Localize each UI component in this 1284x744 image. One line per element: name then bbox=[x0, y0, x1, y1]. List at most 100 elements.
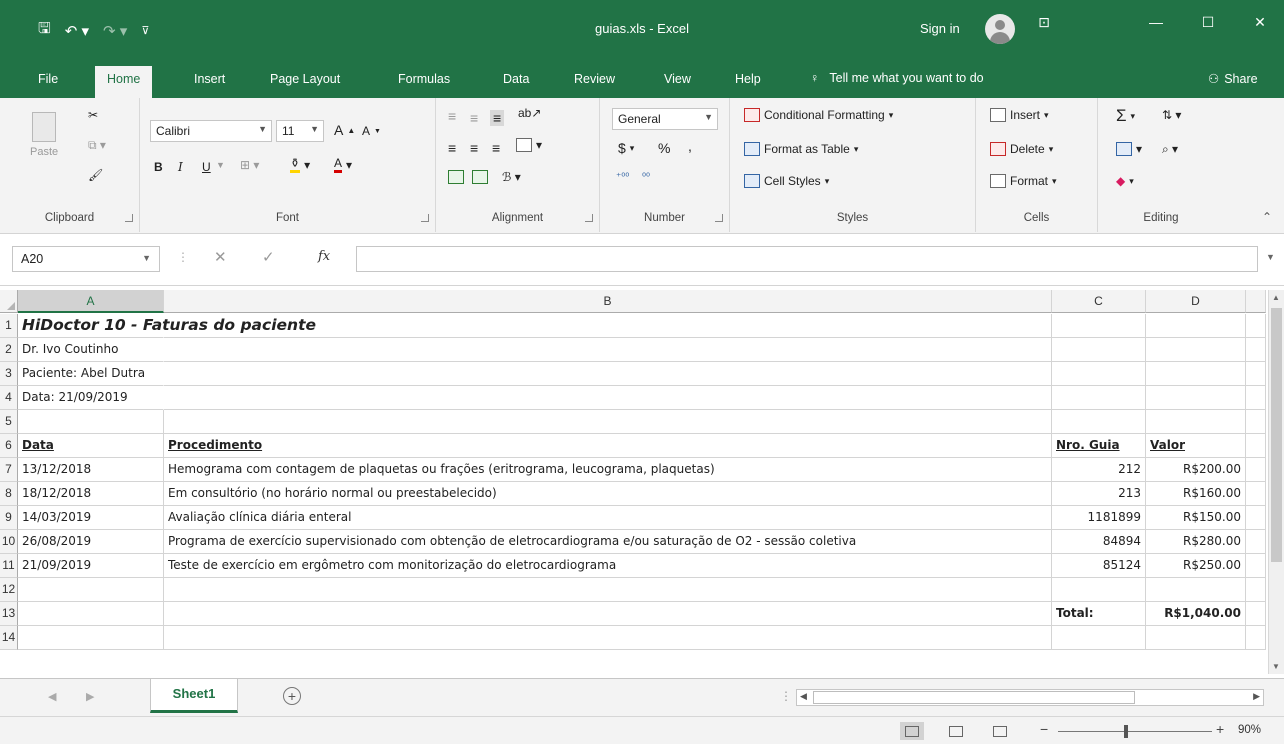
font-size-combo[interactable]: 11 ▼ bbox=[276, 120, 324, 142]
cell-e[interactable] bbox=[1246, 482, 1266, 506]
expand-formula-bar-icon[interactable]: ▼ bbox=[1266, 252, 1275, 262]
cell-c[interactable]: 1181899 bbox=[1052, 506, 1146, 530]
row-header[interactable]: 7 bbox=[0, 458, 18, 482]
decrease-indent-icon[interactable] bbox=[448, 170, 464, 184]
vertical-scroll-thumb[interactable] bbox=[1271, 308, 1282, 562]
wrap-text-icon[interactable]: ▾ bbox=[516, 138, 542, 152]
cell-b[interactable]: Hemograma com contagem de plaquetas ou f… bbox=[164, 458, 1052, 482]
format-painter-icon[interactable]: 🖌 bbox=[88, 168, 103, 182]
alignment-launcher-icon[interactable] bbox=[585, 214, 593, 222]
conditional-formatting-button[interactable]: Conditional Formatting ▾ bbox=[744, 108, 893, 122]
delete-cells-button[interactable]: Delete ▾ bbox=[990, 142, 1053, 156]
bottom-align-icon[interactable]: ≡ bbox=[490, 110, 505, 126]
insert-function-icon[interactable]: fx bbox=[318, 249, 330, 264]
cell-a[interactable]: Data: 21/09/2019 bbox=[18, 386, 164, 410]
cell-e[interactable] bbox=[1246, 506, 1266, 530]
row-header[interactable]: 1 bbox=[0, 314, 18, 338]
ribbon-display-options-icon[interactable]: ⊡ bbox=[1032, 14, 1056, 31]
vertical-scrollbar[interactable]: ▲ ▼ bbox=[1268, 290, 1284, 674]
cell-a[interactable]: 26/08/2019 bbox=[18, 530, 164, 554]
cell-e[interactable] bbox=[1246, 314, 1266, 338]
row-header[interactable]: 4 bbox=[0, 386, 18, 410]
clear-icon[interactable]: ◆ ▾ bbox=[1116, 174, 1134, 188]
number-format-combo[interactable]: General ▼ bbox=[612, 108, 718, 130]
cell-a[interactable] bbox=[18, 602, 164, 626]
tab-home[interactable]: Home bbox=[95, 66, 153, 98]
cell-d[interactable]: R$150.00 bbox=[1146, 506, 1246, 530]
tab-view[interactable]: View bbox=[664, 72, 691, 86]
cell-b[interactable]: Teste de exercício em ergômetro com moni… bbox=[164, 554, 1052, 578]
scroll-left-icon[interactable]: ◀ bbox=[800, 691, 807, 702]
cell-c[interactable] bbox=[1052, 626, 1146, 650]
cell-a[interactable]: 21/09/2019 bbox=[18, 554, 164, 578]
decrease-decimal-button[interactable]: ⁰⁰ bbox=[642, 172, 650, 183]
cancel-icon[interactable]: ✕ bbox=[214, 248, 227, 266]
cell-b[interactable]: Procedimento bbox=[164, 434, 1052, 458]
row-header[interactable]: 3 bbox=[0, 362, 18, 386]
minimize-icon[interactable]: — bbox=[1144, 14, 1168, 30]
cell-c[interactable] bbox=[1052, 362, 1146, 386]
cell-c[interactable]: 213 bbox=[1052, 482, 1146, 506]
row-header[interactable]: 12 bbox=[0, 578, 18, 602]
cell-e[interactable] bbox=[1246, 530, 1266, 554]
clipboard-launcher-icon[interactable] bbox=[125, 214, 133, 222]
tab-file[interactable]: File bbox=[38, 72, 58, 86]
horizontal-scrollbar[interactable]: ◀ ▶ bbox=[796, 689, 1264, 706]
cell-b[interactable]: Em consultório (no horário normal ou pre… bbox=[164, 482, 1052, 506]
row-header[interactable]: 9 bbox=[0, 506, 18, 530]
cell-c[interactable] bbox=[1052, 410, 1146, 434]
cell-d[interactable]: R$1,040.00 bbox=[1146, 602, 1246, 626]
cell-a[interactable] bbox=[18, 626, 164, 650]
percent-button[interactable]: % bbox=[658, 140, 670, 156]
cell-c[interactable] bbox=[1052, 578, 1146, 602]
sign-in-link[interactable]: Sign in bbox=[920, 21, 960, 36]
zoom-slider-track[interactable] bbox=[1058, 731, 1212, 732]
tell-me-box[interactable]: ♀ Tell me what you want to do bbox=[810, 71, 984, 85]
bold-button[interactable]: B bbox=[154, 160, 163, 174]
cell-c[interactable]: 84894 bbox=[1052, 530, 1146, 554]
row-header[interactable]: 8 bbox=[0, 482, 18, 506]
middle-align-icon[interactable]: ≡ bbox=[470, 110, 478, 126]
cell-d[interactable] bbox=[1146, 338, 1246, 362]
cell-b[interactable] bbox=[164, 386, 1052, 410]
cell-e[interactable] bbox=[1246, 410, 1266, 434]
cell-b[interactable] bbox=[164, 602, 1052, 626]
comma-button[interactable]: , bbox=[688, 138, 692, 154]
format-cells-button[interactable]: Format ▾ bbox=[990, 174, 1057, 188]
increase-decimal-button[interactable]: ⁺⁰⁰ bbox=[616, 172, 629, 183]
cell-b[interactable]: Avaliação clínica diária enteral bbox=[164, 506, 1052, 530]
column-header-d[interactable]: D bbox=[1146, 290, 1246, 313]
select-all-button[interactable] bbox=[0, 290, 18, 313]
user-avatar-icon[interactable] bbox=[985, 14, 1015, 44]
cell-c[interactable]: Nro. Guia bbox=[1052, 434, 1146, 458]
cell-c[interactable]: 212 bbox=[1052, 458, 1146, 482]
enter-icon[interactable]: ✓ bbox=[262, 248, 275, 266]
cell-styles-button[interactable]: Cell Styles ▾ bbox=[744, 174, 829, 188]
copy-icon[interactable]: ⧉ ▾ bbox=[88, 138, 106, 153]
font-color-icon[interactable]: A ▾ bbox=[334, 156, 352, 173]
zoom-level[interactable]: 90% bbox=[1238, 724, 1261, 736]
cell-a[interactable]: 18/12/2018 bbox=[18, 482, 164, 506]
cell-e[interactable] bbox=[1246, 458, 1266, 482]
cell-c[interactable] bbox=[1052, 314, 1146, 338]
cell-e[interactable] bbox=[1246, 362, 1266, 386]
cell-a[interactable]: 14/03/2019 bbox=[18, 506, 164, 530]
row-header[interactable]: 10 bbox=[0, 530, 18, 554]
cell-d[interactable] bbox=[1146, 386, 1246, 410]
insert-cells-button[interactable]: Insert ▾ bbox=[990, 108, 1049, 122]
cell-d[interactable]: R$250.00 bbox=[1146, 554, 1246, 578]
scroll-up-icon[interactable]: ▲ bbox=[1272, 293, 1280, 302]
cell-b[interactable] bbox=[164, 362, 1052, 386]
tab-help[interactable]: Help bbox=[735, 72, 761, 86]
italic-button[interactable]: I bbox=[178, 160, 183, 174]
fill-icon[interactable]: ▾ bbox=[1116, 142, 1142, 156]
cell-a[interactable]: 13/12/2018 bbox=[18, 458, 164, 482]
align-left-icon[interactable]: ≡ bbox=[448, 140, 456, 156]
formula-input[interactable] bbox=[356, 246, 1258, 272]
cell-b[interactable] bbox=[164, 410, 1052, 434]
normal-view-icon[interactable] bbox=[900, 722, 924, 740]
worksheet-grid[interactable]: A B C D 1 HiDoctor 10 - Faturas do pacien… bbox=[0, 286, 1266, 678]
grow-font-button[interactable]: A ▲ bbox=[334, 122, 355, 138]
share-button[interactable]: ⚇ Share bbox=[1208, 71, 1258, 87]
cut-icon[interactable]: ✂ bbox=[88, 108, 98, 122]
